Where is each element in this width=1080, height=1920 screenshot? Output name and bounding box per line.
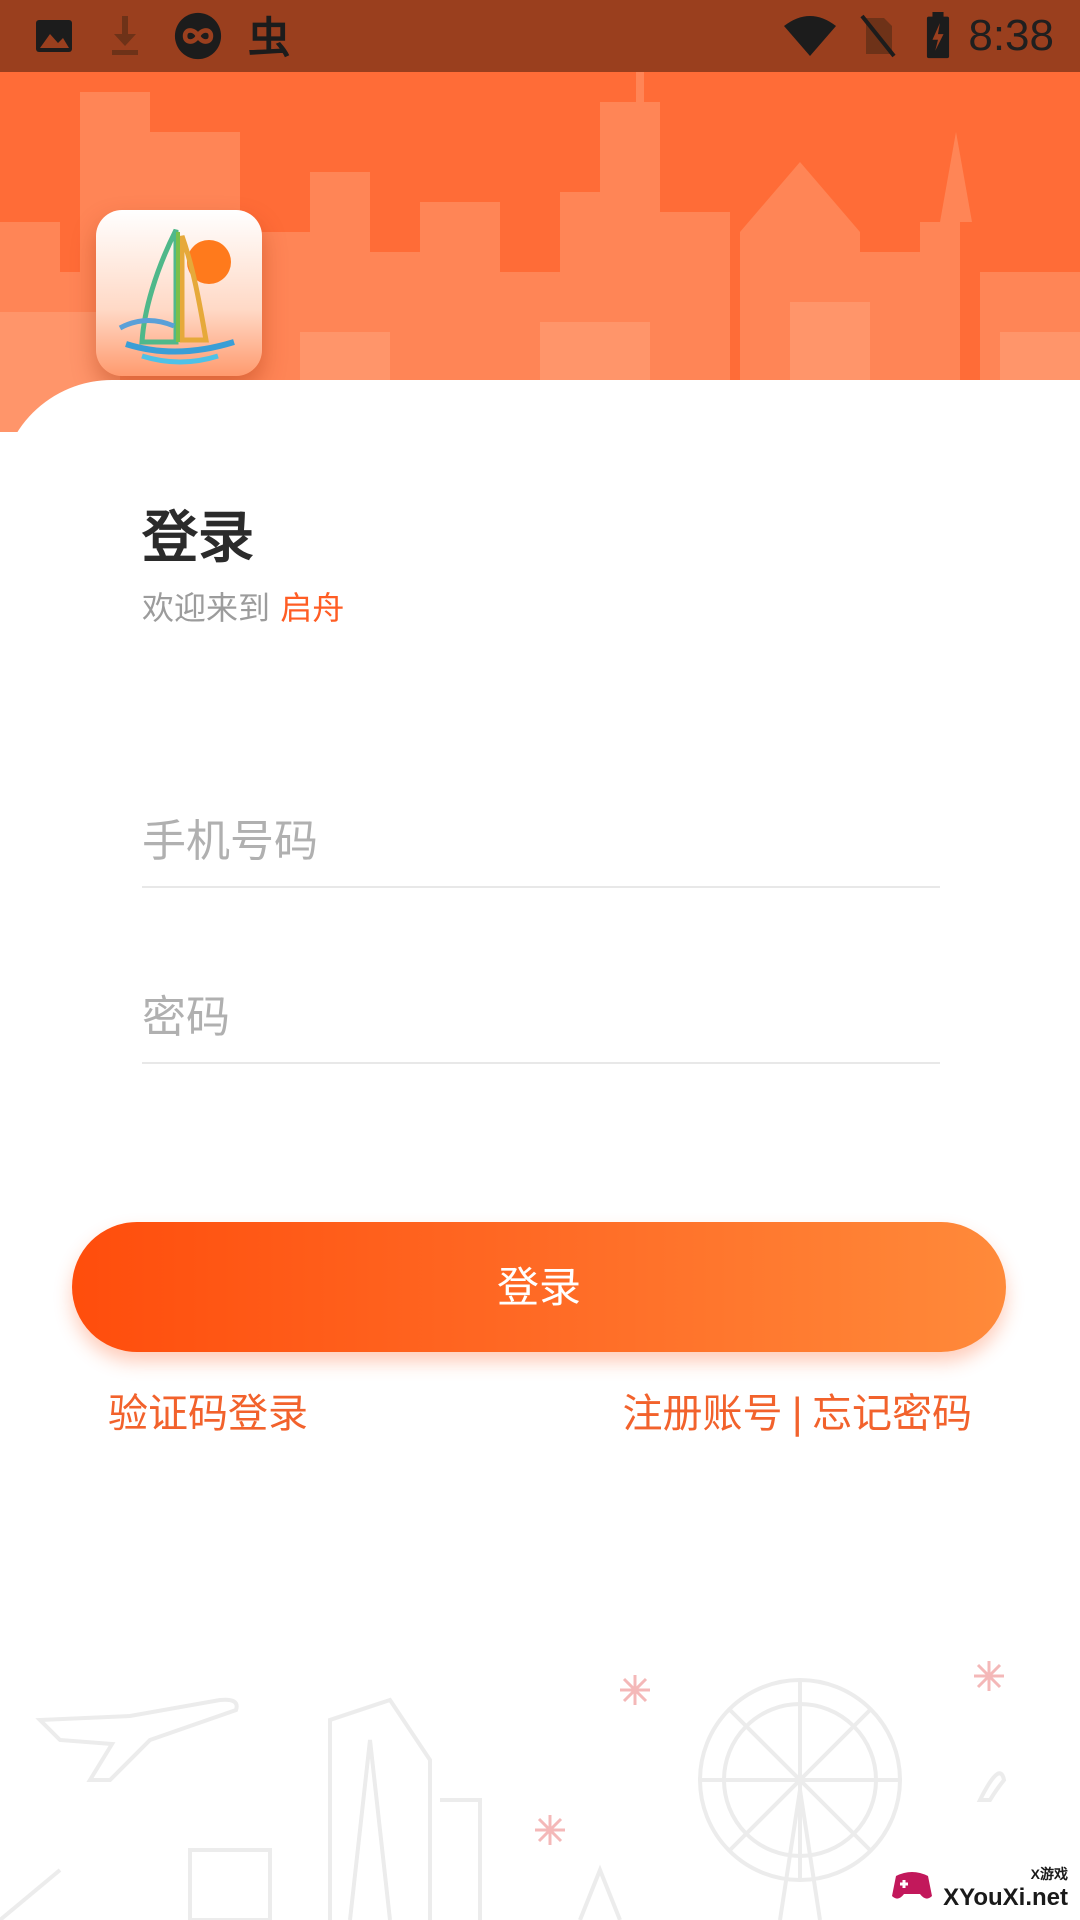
app-logo: [96, 210, 262, 376]
watermark: X游戏 XYouXi.net: [943, 1864, 1068, 1912]
phone-input[interactable]: [142, 806, 940, 876]
no-sim-icon: [860, 14, 896, 58]
watermark-small: X游戏: [1030, 1866, 1068, 1882]
login-screen: 虫 8:38 登录 欢迎来到 启舟 手机号码 登录 验证码登录 注册账号 | 忘…: [0, 0, 1080, 1920]
wifi-icon: [784, 16, 836, 56]
svg-text:虫: 虫: [248, 15, 290, 60]
phone-field: [142, 786, 940, 888]
sms-login-link[interactable]: 验证码登录: [108, 1386, 308, 1442]
welcome-text: 欢迎来到 启舟: [142, 584, 344, 632]
watermark-text: XYouXi.net: [943, 1884, 1068, 1911]
password-field: [142, 962, 940, 1064]
forgot-password-link[interactable]: 忘记密码: [812, 1391, 972, 1437]
welcome-prefix: 欢迎来到: [142, 589, 271, 627]
download-icon: [112, 16, 138, 55]
loop-icon: [174, 12, 222, 60]
battery-charging-icon: [926, 12, 950, 59]
clock: 8:38: [968, 11, 1054, 60]
sailboat-logo-icon: [118, 228, 235, 365]
header-banner: [0, 72, 1080, 432]
status-bar: 虫 8:38: [0, 0, 1080, 72]
watermark-gamepad-icon: [892, 1872, 932, 1899]
image-icon: [36, 20, 72, 52]
password-input[interactable]: [142, 982, 940, 1052]
page-title: 登录: [142, 506, 254, 571]
register-link[interactable]: 注册账号: [623, 1391, 783, 1437]
account-links: 注册账号 | 忘记密码: [623, 1386, 972, 1442]
login-button[interactable]: 登录: [72, 1222, 1006, 1352]
brand-name: 启舟: [280, 589, 345, 627]
bug-app-icon: 虫: [248, 15, 290, 60]
links-separator: |: [790, 1391, 804, 1437]
